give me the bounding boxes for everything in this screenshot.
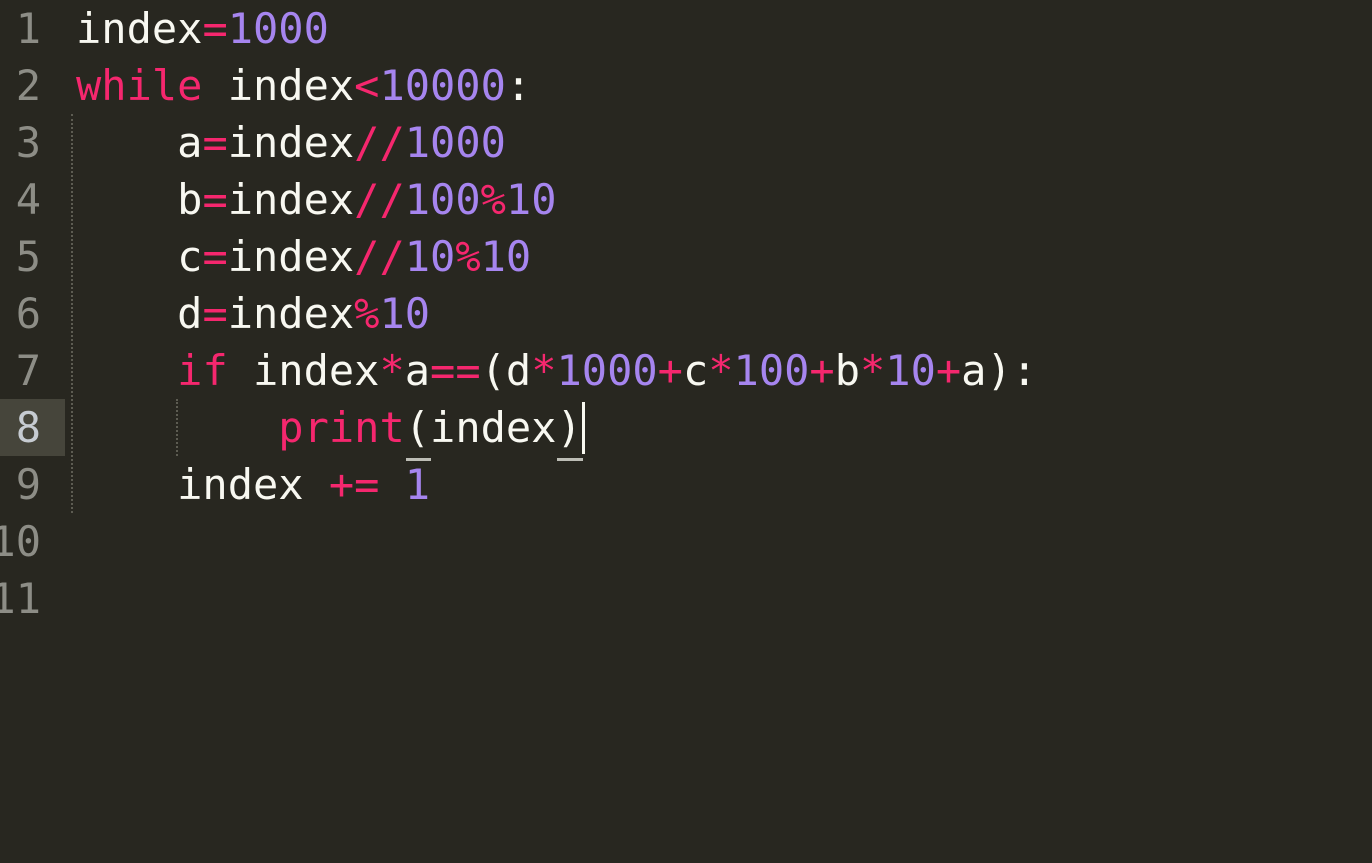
- code-token: b: [76, 175, 203, 224]
- code-text: b=index//100%10: [65, 171, 556, 228]
- code-token: =: [202, 232, 228, 281]
- code-token: 10: [885, 346, 936, 395]
- code-text: a=index//1000: [65, 114, 506, 171]
- code-token: +: [809, 346, 835, 395]
- code-token: c: [682, 346, 709, 395]
- code-token: b: [834, 346, 860, 395]
- code-token: index: [76, 4, 203, 53]
- code-token: +=: [328, 460, 380, 509]
- code-token: <: [354, 61, 380, 110]
- line-number: 6: [15, 289, 41, 338]
- code-line[interactable]: 3 a=index//1000: [0, 114, 1372, 171]
- code-token: //: [354, 118, 405, 167]
- code-token: 10: [505, 175, 557, 224]
- code-token: 10: [480, 232, 532, 281]
- code-token: 100: [404, 175, 481, 224]
- code-token: =: [202, 289, 228, 338]
- code-token: %: [354, 289, 380, 338]
- code-line[interactable]: 6 d=index%10: [0, 285, 1372, 342]
- code-token: 1: [404, 460, 431, 509]
- line-number: 10: [0, 517, 41, 566]
- code-line[interactable]: 1 index=1000: [0, 0, 1372, 57]
- code-token: *: [531, 346, 557, 395]
- code-token: index: [430, 403, 557, 452]
- line-number: 5: [15, 232, 41, 281]
- code-text: index += 1: [65, 456, 430, 513]
- code-token: +: [935, 346, 962, 395]
- line-number: 3: [15, 118, 41, 167]
- line-number: 2: [15, 61, 41, 110]
- code-token: //: [354, 232, 405, 281]
- code-token: 10: [379, 289, 431, 338]
- code-token: index: [202, 61, 355, 110]
- code-token: %: [480, 175, 506, 224]
- code-token: (d: [480, 346, 532, 395]
- code-token: index: [227, 175, 355, 224]
- code-token: index: [227, 289, 355, 338]
- code-token: 1000: [556, 346, 658, 395]
- code-token: 100: [733, 346, 810, 395]
- code-token: d: [76, 289, 203, 338]
- code-token: =: [202, 118, 228, 167]
- code-text: index=1000: [65, 0, 329, 57]
- line-number: 9: [15, 460, 41, 509]
- code-text: c=index//10%10: [65, 228, 531, 285]
- line-number: 8: [0, 399, 65, 456]
- line-number: 1: [15, 4, 41, 53]
- code-token: print: [278, 403, 405, 452]
- code-token: :: [505, 61, 532, 110]
- code-token: 10: [404, 232, 456, 281]
- code-text: d=index%10: [65, 285, 430, 342]
- code-token: a):: [961, 346, 1038, 395]
- code-text: if index*a==(d*1000+c*100+b*10+a):: [65, 342, 1037, 399]
- code-line[interactable]: 8 print(index): [0, 399, 1372, 461]
- code-token: a: [404, 346, 431, 395]
- bracket-match-token: (: [405, 399, 432, 461]
- code-line[interactable]: 4 b=index//100%10: [0, 171, 1372, 228]
- line-number: 11: [0, 574, 41, 623]
- code-token: while: [76, 61, 203, 110]
- code-line[interactable]: 11: [0, 570, 1372, 627]
- code-line[interactable]: 7 if index*a==(d*1000+c*100+b*10+a):: [0, 342, 1372, 399]
- code-token: 1000: [227, 4, 329, 53]
- code-token: index: [227, 232, 355, 281]
- code-lines: 1 index=1000 2 while index<10000: 3 a=index/…: [0, 0, 1372, 627]
- code-token: +: [657, 346, 683, 395]
- line-number: 4: [15, 175, 41, 224]
- code-line[interactable]: 2 while index<10000:: [0, 57, 1372, 114]
- code-token: =: [202, 4, 228, 53]
- code-line[interactable]: 9 index += 1: [0, 456, 1372, 513]
- code-token: ==: [430, 346, 481, 395]
- code-token: index: [76, 460, 329, 509]
- code-token: //: [354, 175, 405, 224]
- code-token: if: [177, 346, 228, 395]
- code-token: index: [227, 346, 380, 395]
- code-token: *: [379, 346, 405, 395]
- code-line[interactable]: 10: [0, 513, 1372, 570]
- code-token: =: [202, 175, 228, 224]
- code-token: a: [76, 118, 203, 167]
- code-token: %: [455, 232, 481, 281]
- code-line[interactable]: 5 c=index//10%10: [0, 228, 1372, 285]
- code-editor[interactable]: 1 index=1000 2 while index<10000: 3 a=index/…: [0, 0, 1372, 863]
- code-token: *: [860, 346, 886, 395]
- line-number: 7: [15, 346, 41, 395]
- code-text: print(index): [65, 399, 585, 461]
- code-token: c: [76, 232, 203, 281]
- code-token: *: [708, 346, 734, 395]
- bracket-match-token: ): [556, 399, 584, 461]
- code-token: 1000: [404, 118, 506, 167]
- code-text: while index<10000:: [65, 57, 531, 114]
- code-token: 10000: [379, 61, 506, 110]
- text-cursor: [581, 402, 585, 454]
- code-token: index: [227, 118, 355, 167]
